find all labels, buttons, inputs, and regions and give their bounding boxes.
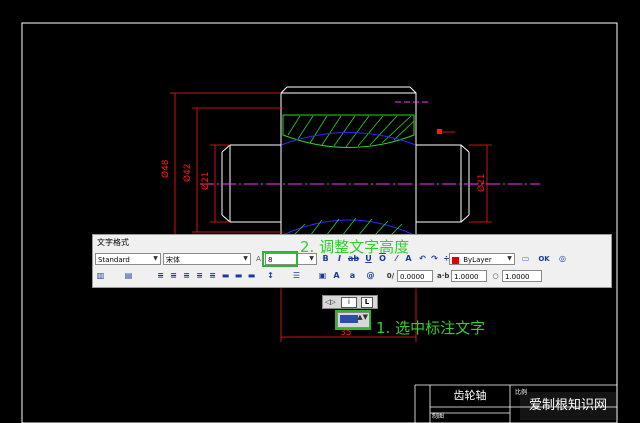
dim-d42[interactable]: Ø42	[182, 163, 193, 182]
text-style-value: Standard	[98, 256, 130, 264]
align-right-icon[interactable]: ≡	[181, 270, 192, 282]
font-select[interactable]: 宋体 ▼	[163, 253, 251, 265]
tracking-value: 1.0000	[454, 273, 479, 281]
gear-body-outline	[280, 92, 417, 246]
align-top-icon[interactable]: ▬	[220, 270, 231, 282]
uppercase-icon[interactable]: A	[331, 270, 342, 282]
lowercase-icon[interactable]: a	[347, 270, 358, 282]
symbol-button[interactable]: @	[365, 270, 376, 282]
align-left-icon[interactable]: ≡	[155, 270, 166, 282]
shaft-right-chamfer	[460, 214, 470, 223]
columns-icon[interactable]: ▥	[95, 270, 106, 282]
color-swatch	[452, 256, 459, 264]
designer-label: 制图	[432, 413, 445, 420]
gear-chamfer-line	[409, 86, 417, 94]
tracking-input[interactable]: 1.0000	[451, 270, 487, 282]
chevron-down-icon[interactable]: ▼	[505, 254, 514, 264]
oblique-angle-value: 0.0000	[400, 273, 425, 281]
dim-d21-right[interactable]: Ø21	[476, 173, 487, 192]
width-factor-input[interactable]: 1.0000	[502, 270, 542, 282]
shaft-left-chamfer	[221, 144, 231, 153]
line-spacing-icon[interactable]: ↕	[265, 270, 276, 282]
callout-label-select-text: 1. 选中标注文字	[376, 319, 486, 337]
arrows-icon[interactable]: ◁▷	[325, 296, 336, 308]
stack-value-box[interactable]: i	[341, 297, 357, 308]
watermark: 爱制根知识网	[520, 392, 616, 420]
dim-d21-left[interactable]: Ø21	[200, 171, 211, 190]
cad-drawing-canvas[interactable]: Ø48 Ø42 Ø21 Ø21 35	[0, 0, 640, 423]
color-value: ByLayer	[463, 256, 492, 264]
oblique-label: 0/	[386, 272, 395, 280]
callout-highlight-selection	[335, 310, 371, 330]
chevron-down-icon[interactable]: ▼	[151, 254, 160, 264]
stack-label-box[interactable]: L	[361, 297, 373, 308]
redo-icon[interactable]: ↷	[429, 253, 440, 265]
font-value: 宋体	[166, 256, 180, 264]
align-center-icon[interactable]: ≡	[168, 270, 179, 282]
toolbar-title: 文字格式	[97, 238, 129, 247]
justify-icon[interactable]: ▤	[123, 270, 134, 282]
color-select[interactable]: ByLayer ▼	[449, 253, 515, 265]
ruler-icon[interactable]: ▭	[520, 253, 531, 265]
undo-icon[interactable]: ↶	[417, 253, 428, 265]
insert-field-icon[interactable]: ▣	[317, 270, 328, 282]
chevron-down-icon[interactable]: ▼	[241, 254, 250, 264]
stack-properties-popup[interactable]: ◁▷ i L	[322, 295, 378, 309]
align-middle-icon[interactable]: ▬	[233, 270, 244, 282]
width-factor-value: 1.0000	[505, 273, 530, 281]
align-bottom-icon[interactable]: ▬	[246, 270, 257, 282]
ok-button[interactable]: OK	[536, 253, 552, 265]
gear-chamfer-line	[280, 86, 288, 94]
options-icon[interactable]: ◎	[557, 253, 568, 265]
shaft-left-chamfer	[221, 214, 231, 223]
align-distribute-icon[interactable]: ≡	[207, 270, 218, 282]
callout-highlight-height	[262, 251, 298, 267]
width-factor-icon: ○	[492, 272, 499, 280]
tracking-icon: a·b	[437, 272, 450, 280]
oblique-angle-input[interactable]: 0.0000	[397, 270, 433, 282]
callout-label-adjust-height: 2. 调整文字高度	[300, 238, 410, 256]
grip-marker[interactable]	[437, 129, 442, 134]
align-justify-icon[interactable]: ≡	[194, 270, 205, 282]
shaft-right-chamfer	[460, 144, 470, 153]
numbering-icon[interactable]: ☰	[291, 270, 302, 282]
dim-d48[interactable]: Ø48	[160, 159, 171, 178]
text-style-select[interactable]: Standard ▼	[95, 253, 161, 265]
hatch-region-top	[282, 114, 415, 148]
cad-drawing: Ø48 Ø42 Ø21 Ø21 35	[21, 22, 618, 423]
part-name: 齿轮轴	[453, 389, 487, 402]
